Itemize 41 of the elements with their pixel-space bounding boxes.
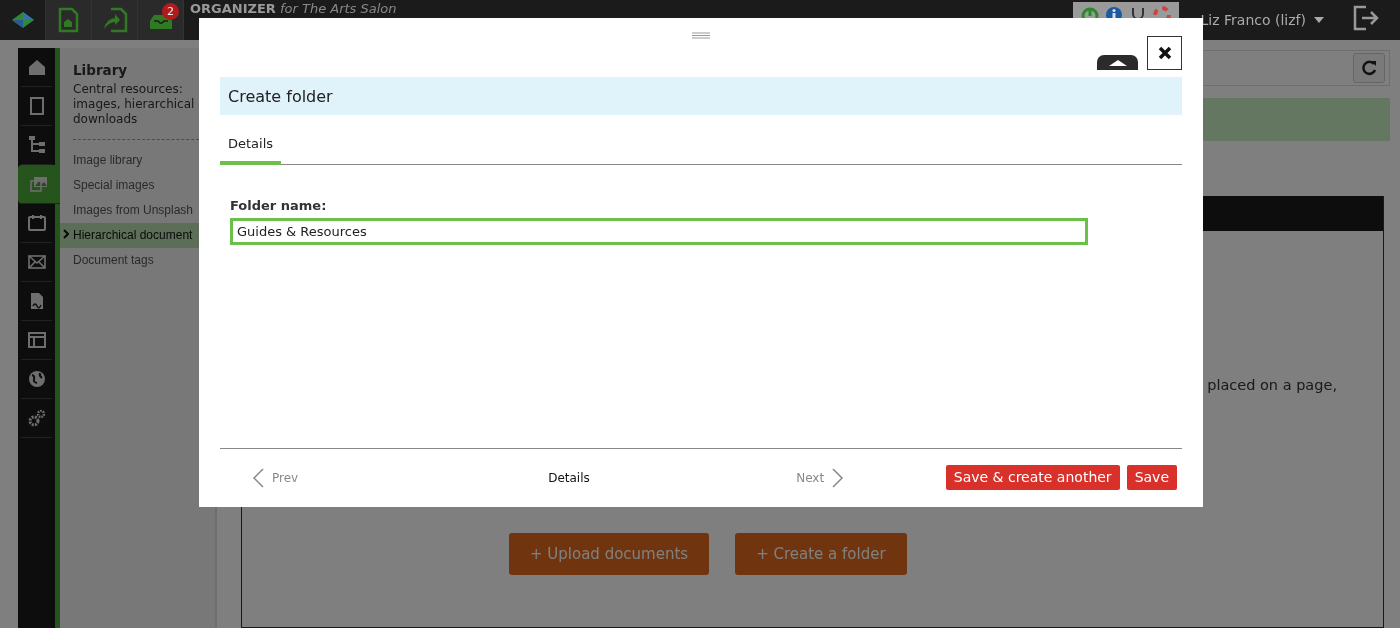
close-icon (1157, 46, 1172, 60)
folder-name-field[interactable]: Guides & Resources (230, 218, 1088, 245)
tab[interactable]: Details (220, 129, 282, 165)
gears-icon (26, 408, 47, 428)
images-icon (29, 174, 49, 194)
sitemap-icon (26, 135, 47, 155)
notification-badge: 2 (162, 3, 179, 20)
step-label: Details (548, 471, 591, 485)
nav-rail-item[interactable] (18, 165, 60, 204)
caret-icon (1314, 17, 1324, 23)
collapse-button[interactable] (1097, 55, 1138, 70)
refresh-icon (1361, 60, 1377, 76)
app-icon-tile[interactable]: 2 (138, 0, 184, 40)
calendar-icon (26, 213, 47, 233)
dialog-title: Create folder (220, 77, 1182, 115)
action-button[interactable]: + Create a folder (735, 533, 907, 575)
save-button[interactable]: Save (1126, 464, 1177, 490)
field-label: Folder name: (230, 198, 328, 213)
chevron-right-icon (832, 468, 845, 488)
action-button[interactable]: + Upload documents (509, 533, 710, 575)
document-icon (57, 7, 80, 33)
globe-icon (26, 369, 47, 389)
body-text: placed on a page, (1206, 377, 1337, 393)
drag-handle-icon (692, 32, 710, 39)
layout-icon (26, 330, 47, 350)
home-icon (26, 57, 47, 77)
chevron-left-icon (252, 468, 264, 488)
app-title: ORGANIZER for The Arts Salon (190, 1, 397, 16)
sidebar-title: Library (73, 62, 129, 78)
chevron-icon (63, 229, 69, 239)
save-button[interactable]: Save & create another (945, 464, 1120, 490)
logout-icon (1352, 4, 1380, 32)
close-button[interactable] (1147, 36, 1182, 70)
app-icon-tile[interactable] (92, 0, 138, 40)
app-icon-tile[interactable] (46, 0, 92, 40)
refresh-button[interactable] (1353, 53, 1385, 83)
next-button[interactable]: Next (796, 468, 845, 488)
triangle-up-icon (1108, 59, 1127, 66)
mail-icon (26, 252, 47, 272)
document-arrow-icon (101, 7, 128, 33)
prev-button[interactable]: Prev (252, 468, 299, 488)
